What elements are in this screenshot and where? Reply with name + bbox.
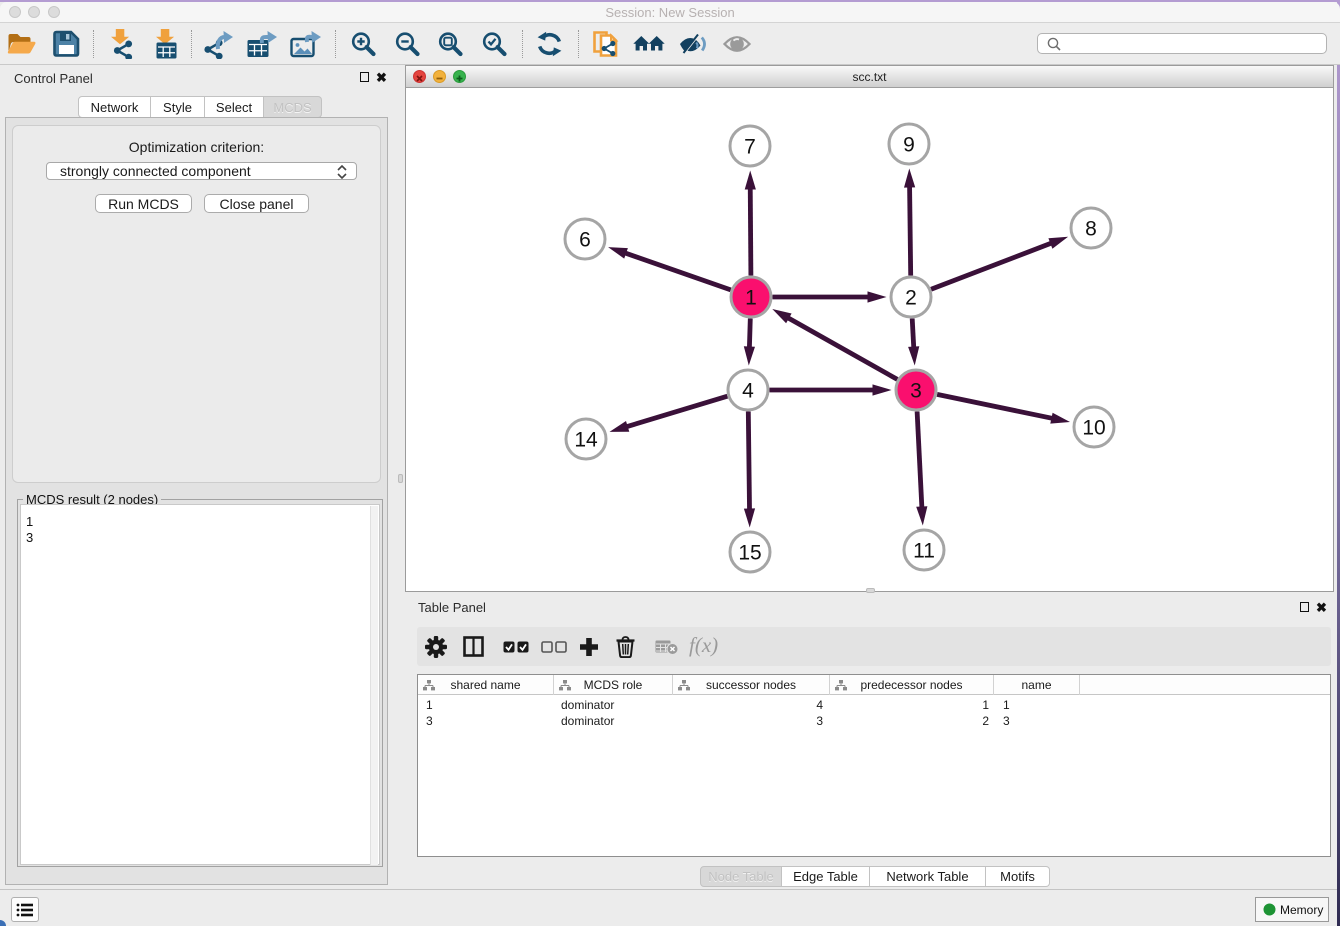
- svg-text:2: 2: [905, 287, 917, 310]
- svg-text:11: 11: [913, 540, 935, 563]
- svg-text:6: 6: [579, 229, 591, 252]
- svg-text:7: 7: [744, 136, 756, 159]
- svg-text:1: 1: [745, 287, 757, 310]
- svg-text:4: 4: [742, 380, 754, 403]
- svg-text:10: 10: [1082, 417, 1105, 440]
- svg-text:3: 3: [910, 380, 922, 403]
- svg-text:15: 15: [738, 542, 761, 565]
- svg-text:8: 8: [1085, 218, 1097, 241]
- svg-text:9: 9: [903, 134, 915, 157]
- svg-text:14: 14: [574, 429, 598, 452]
